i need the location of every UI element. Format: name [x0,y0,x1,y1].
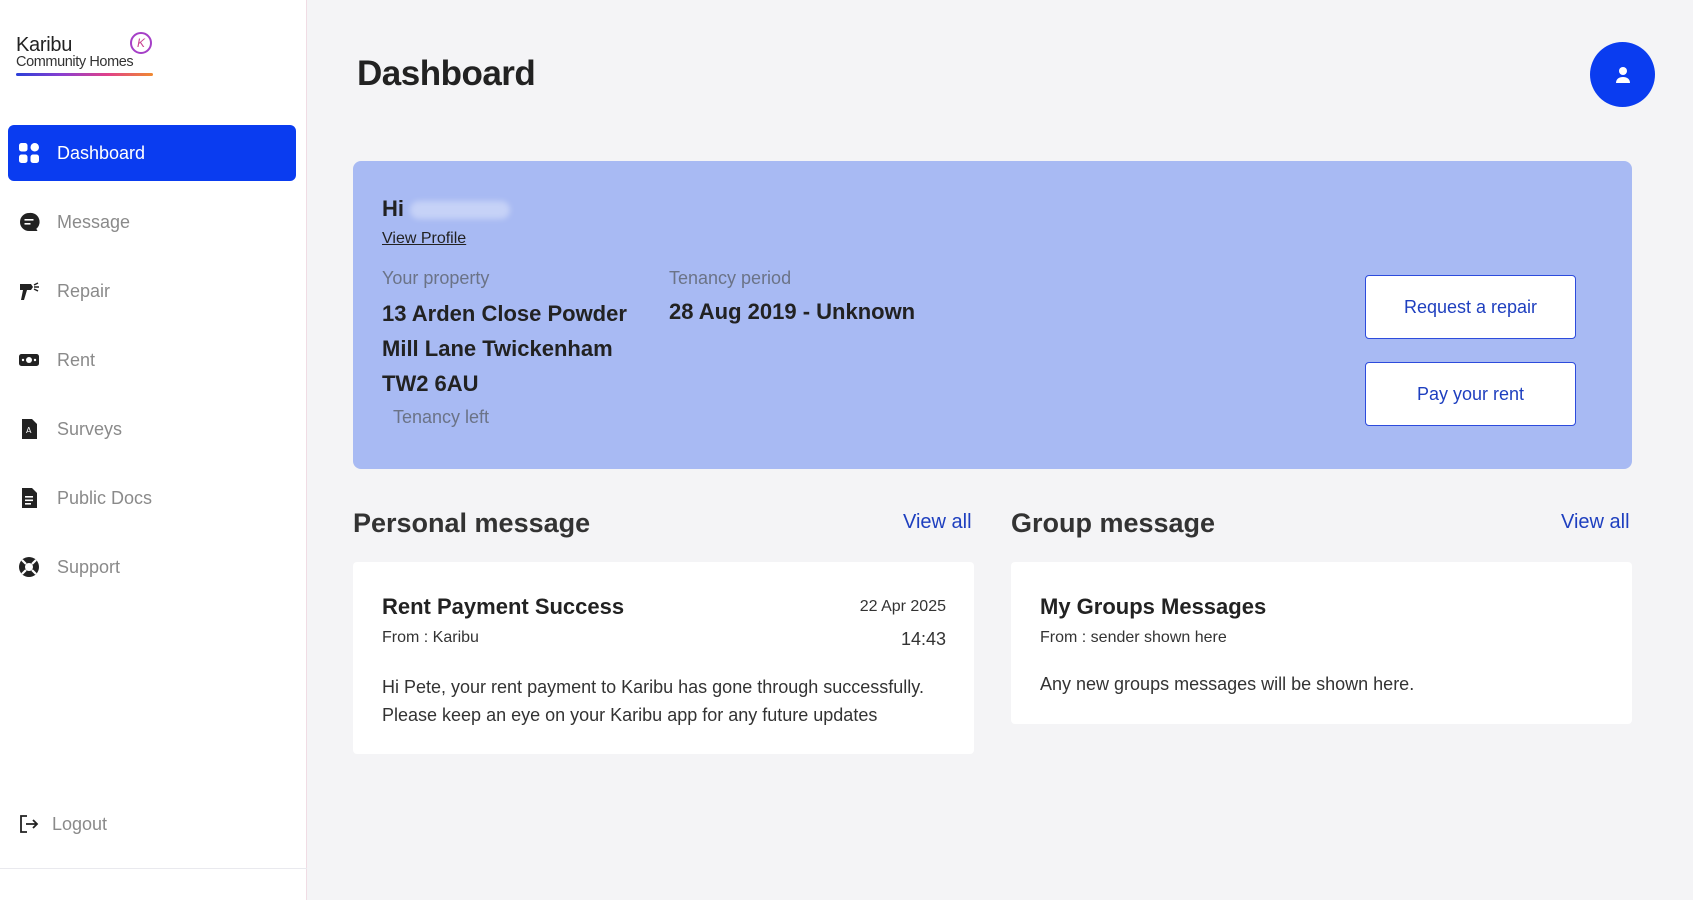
tenancy-period-value: 28 Aug 2019 - Unknown [669,299,916,324]
document-icon [18,487,40,509]
sidebar-item-public-docs[interactable]: Public Docs [8,470,296,526]
page-title: Dashboard [357,54,536,93]
message-title: Rent Payment Success [382,594,625,619]
sidebar-item-label: Public Docs [57,487,153,508]
sidebar-item-rent[interactable]: Rent [8,332,296,388]
sidebar-item-dashboard[interactable]: Dashboard [8,125,296,181]
greeting: Hi [382,196,510,222]
drill-icon [18,280,40,302]
sidebar-item-label: Surveys [57,418,123,439]
logout-icon [18,813,40,835]
group-message-card[interactable]: My Groups Messages From : sender shown h… [1011,562,1632,724]
tenancy-left-label: Tenancy left [393,407,490,427]
message-body: Any new groups messages will be shown he… [1040,674,1415,694]
sidebar-item-label: Support [57,556,121,577]
tenancy-period-label: Tenancy period [669,268,792,288]
message-sender: From : Karibu [382,629,479,646]
karibu-logo[interactable]: Karibu K Community Homes [16,30,156,80]
view-profile-link[interactable]: View Profile [382,230,466,248]
logout-label: Logout [52,813,108,834]
sidebar: Karibu K Community Homes Dashboard Messa… [0,0,307,900]
redacted-name [410,201,510,220]
svg-text:A: A [26,426,32,435]
property-label: Your property [382,268,490,288]
money-icon [18,349,40,371]
sidebar-item-message[interactable]: Message [8,194,296,250]
profile-avatar-button[interactable] [1590,42,1655,107]
divider [0,868,307,869]
personal-message-heading: Personal message [353,508,591,538]
message-title: My Groups Messages [1040,594,1267,619]
sidebar-item-label: Rent [57,349,96,370]
request-repair-button[interactable]: Request a repair [1365,275,1576,339]
sidebar-item-label: Repair [57,280,111,301]
chat-icon [18,211,40,233]
message-date: 22 Apr 2025 [859,598,946,615]
sidebar-item-label: Message [57,211,131,232]
group-message-heading: Group message [1011,508,1216,538]
sidebar-item-repair[interactable]: Repair [8,263,296,319]
pay-rent-button[interactable]: Pay your rent [1365,362,1576,426]
tenancy-summary-card: Hi View Profile Your property 13 Arden C… [353,161,1632,469]
sidebar-item-surveys[interactable]: A Surveys [8,401,296,457]
group-view-all-link[interactable]: View all [1561,511,1630,534]
logo-subtitle: Community Homes [16,54,134,70]
property-address: 13 Arden Close Powder Mill Lane Twickenh… [382,301,627,396]
message-time: 14:43 [900,629,946,649]
lifebuoy-icon [18,556,40,578]
sidebar-nav: Dashboard Message Repair Rent A Surveys [8,125,296,608]
logo-gradient-bar [16,73,153,76]
greeting-text: Hi [382,196,404,221]
grid-icon [18,142,40,164]
survey-icon: A [18,418,40,440]
message-sender: From : sender shown here [1040,629,1227,646]
message-body: Hi Pete, your rent payment to Karibu has… [382,677,924,725]
sidebar-item-label: Dashboard [57,142,146,163]
personal-message-card[interactable]: Rent Payment Success From : Karibu 22 Ap… [353,562,974,754]
logout-button[interactable]: Logout [18,813,107,835]
personal-view-all-link[interactable]: View all [903,511,972,534]
logo-mark-icon: K [130,32,152,54]
user-icon [1615,66,1630,83]
sidebar-item-support[interactable]: Support [8,539,296,595]
